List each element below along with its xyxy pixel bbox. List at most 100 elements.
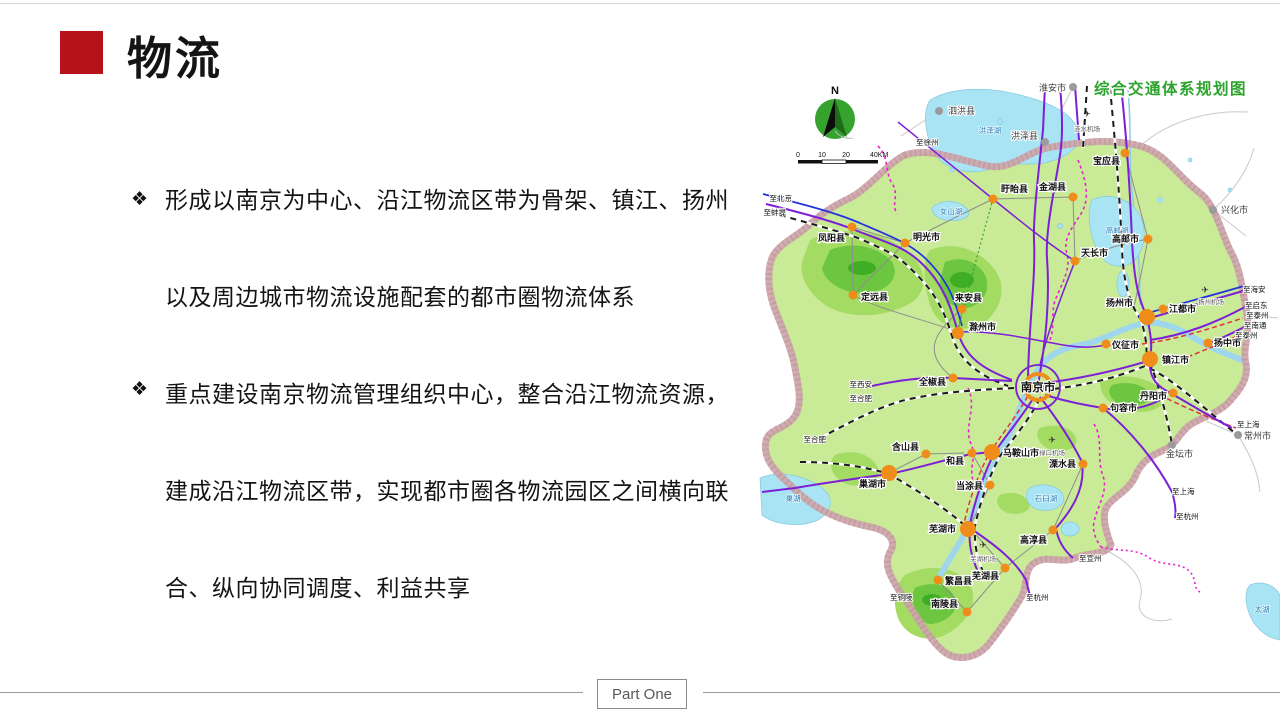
map-city-label: 仪征市 xyxy=(1111,339,1139,350)
footer-divider-right xyxy=(703,692,1280,693)
transport-planning-map: 洪泽湖女山湖高邮湖巢湖石臼湖太湖 南京市扬州市镇江市马鞍山市芜湖市巢湖市滁州市淮… xyxy=(758,72,1280,690)
map-city-label: 含山县 xyxy=(891,441,919,452)
map-city-dot xyxy=(901,239,910,248)
bullet-2-line-2: 建成沿江物流区带，实现都市圈各物流园区之间横向联 xyxy=(165,474,757,571)
map-city-label: 全椒县 xyxy=(918,376,946,387)
map-city-dot xyxy=(986,481,995,490)
map-edge-label: 至宣州 xyxy=(1079,553,1102,563)
airport-label: 扬州机场 xyxy=(1198,297,1225,306)
map-city-dot xyxy=(1139,309,1155,325)
map-city-dot xyxy=(1102,340,1111,349)
map-city-label: 滁州市 xyxy=(969,321,996,332)
map-city-dot xyxy=(922,450,931,459)
map-city-dot xyxy=(1144,235,1153,244)
bullet-2-line-3: 合、纵向协同调度、利益共享 xyxy=(165,571,757,668)
map-city-dot xyxy=(1001,564,1010,573)
footer-divider-left xyxy=(0,692,583,693)
map-city-dot xyxy=(1204,339,1213,348)
map-city-label: 淮安市 xyxy=(1039,82,1066,93)
map-city-dot xyxy=(989,195,998,204)
map-city-dot xyxy=(984,444,1000,460)
compass-icon: N xyxy=(815,85,855,139)
airport-icon: ✈ xyxy=(1201,285,1209,295)
map-city-label: 来安县 xyxy=(954,292,982,303)
map-lake-label: 太湖 xyxy=(1255,604,1270,614)
bullet-2-line-1: 重点建设南京物流管理组织中心，整合沿江物流资源， xyxy=(165,377,757,474)
map-graphic: 洪泽湖女山湖高邮湖巢湖石臼湖太湖 南京市扬州市镇江市马鞍山市芜湖市巢湖市滁州市淮… xyxy=(758,72,1280,690)
map-city-dot xyxy=(1069,83,1077,91)
map-city-dot xyxy=(935,107,943,115)
map-edge-label: 至杭州 xyxy=(1026,592,1049,602)
map-city-dot xyxy=(958,305,967,314)
map-city-dot xyxy=(1142,351,1158,367)
map-edge-label: 至上海 xyxy=(1172,486,1195,496)
map-city-label: 巢湖市 xyxy=(858,478,886,489)
map-city-label: 金坛市 xyxy=(1166,448,1193,459)
map-city-label: 宝应县 xyxy=(1093,155,1120,166)
title-accent-square xyxy=(60,31,103,74)
map-city-label: 常州市 xyxy=(1244,430,1271,441)
map-region-fill xyxy=(765,141,1247,657)
map-city-dot xyxy=(949,374,958,383)
map-city-label: 南陵县 xyxy=(931,598,958,609)
map-city-label: 繁昌县 xyxy=(944,575,972,586)
map-edge-label: 至启东 xyxy=(1245,300,1268,310)
map-city-dot xyxy=(1071,257,1080,266)
scale-tick-label: 0 xyxy=(796,152,800,159)
airport-label: 涟水机场 xyxy=(1074,124,1101,133)
map-city-dot xyxy=(1234,431,1242,439)
airport-icon: ✈ xyxy=(979,540,987,550)
diamond-bullet-icon: ❖ xyxy=(131,186,157,214)
airport-label: 芜湖机场 xyxy=(970,554,997,563)
map-city-label: 当涂县 xyxy=(956,480,983,491)
map-city-label: 扬州市 xyxy=(1106,297,1133,308)
map-edge-label: 至南通 xyxy=(1244,320,1267,330)
bullet-1-line-2: 以及周边城市物流设施配套的都市圈物流体系 xyxy=(165,280,757,377)
map-city-label: 兴化市 xyxy=(1221,204,1248,215)
map-city-dot xyxy=(1069,193,1078,202)
map-city-dot xyxy=(1099,404,1108,413)
map-city-label: 盱眙县 xyxy=(1001,183,1028,194)
map-city-dot xyxy=(1079,460,1088,469)
map-title: 综合交通体系规划图 xyxy=(1094,79,1247,98)
map-city-dot xyxy=(1041,138,1049,146)
map-city-label: 泗洪县 xyxy=(948,105,975,116)
map-city-label: 马鞍山市 xyxy=(1003,447,1039,458)
scale-tick-label: 10 xyxy=(818,152,826,159)
map-city-label: 洪泽县 xyxy=(1011,130,1038,141)
map-city-label: 镇江市 xyxy=(1162,354,1189,365)
scale-tick-label: 40KM xyxy=(870,152,888,159)
map-city-dot xyxy=(960,521,976,537)
compass-north-label: N xyxy=(831,85,839,97)
diamond-bullet-icon: ❖ xyxy=(131,376,157,404)
map-city-dot xyxy=(934,576,943,585)
map-lake-label: 石臼湖 xyxy=(1035,493,1058,503)
map-city-label: 句容市 xyxy=(1110,402,1137,413)
slide-top-border xyxy=(0,3,1280,4)
map-lake-label: 巢湖 xyxy=(786,493,801,503)
map-city-label: 南京市 xyxy=(1021,380,1056,394)
map-lake-label: 洪泽湖 xyxy=(979,125,1002,135)
bullet-list: ❖ ❖ 形成以南京为中心、沿江物流区带为骨架、镇江、扬州 以及周边城市物流设施配… xyxy=(165,183,757,668)
map-city-dot xyxy=(952,327,964,339)
map-city-dot xyxy=(1159,305,1168,314)
scale-tick-label: 20 xyxy=(842,152,850,159)
map-city-dot xyxy=(1169,389,1178,398)
airport-label: 禄口机场 xyxy=(1039,448,1066,457)
map-edge-label: 至海安 xyxy=(1243,284,1266,294)
map-city-dot xyxy=(1209,206,1217,214)
map-city-label: 芜湖市 xyxy=(929,523,956,534)
map-city-label: 芜湖县 xyxy=(972,570,999,581)
map-city-label: 明光市 xyxy=(913,231,940,242)
map-city-label: 江都市 xyxy=(1169,303,1196,314)
map-edge-label: 至铜陵 xyxy=(890,592,913,602)
map-city-label: 定远县 xyxy=(860,291,888,302)
map-city-dot xyxy=(1121,149,1130,158)
footer-section-badge: Part One xyxy=(597,679,687,709)
map-edge-label: 至蚌埠 xyxy=(764,207,787,217)
map-city-dot xyxy=(849,291,858,300)
map-edge-label: 至杭州 xyxy=(1176,511,1199,521)
map-city-label: 天长市 xyxy=(1081,247,1108,258)
map-edge-label: 至泰州 xyxy=(1246,310,1269,320)
map-city-dot xyxy=(968,449,977,458)
